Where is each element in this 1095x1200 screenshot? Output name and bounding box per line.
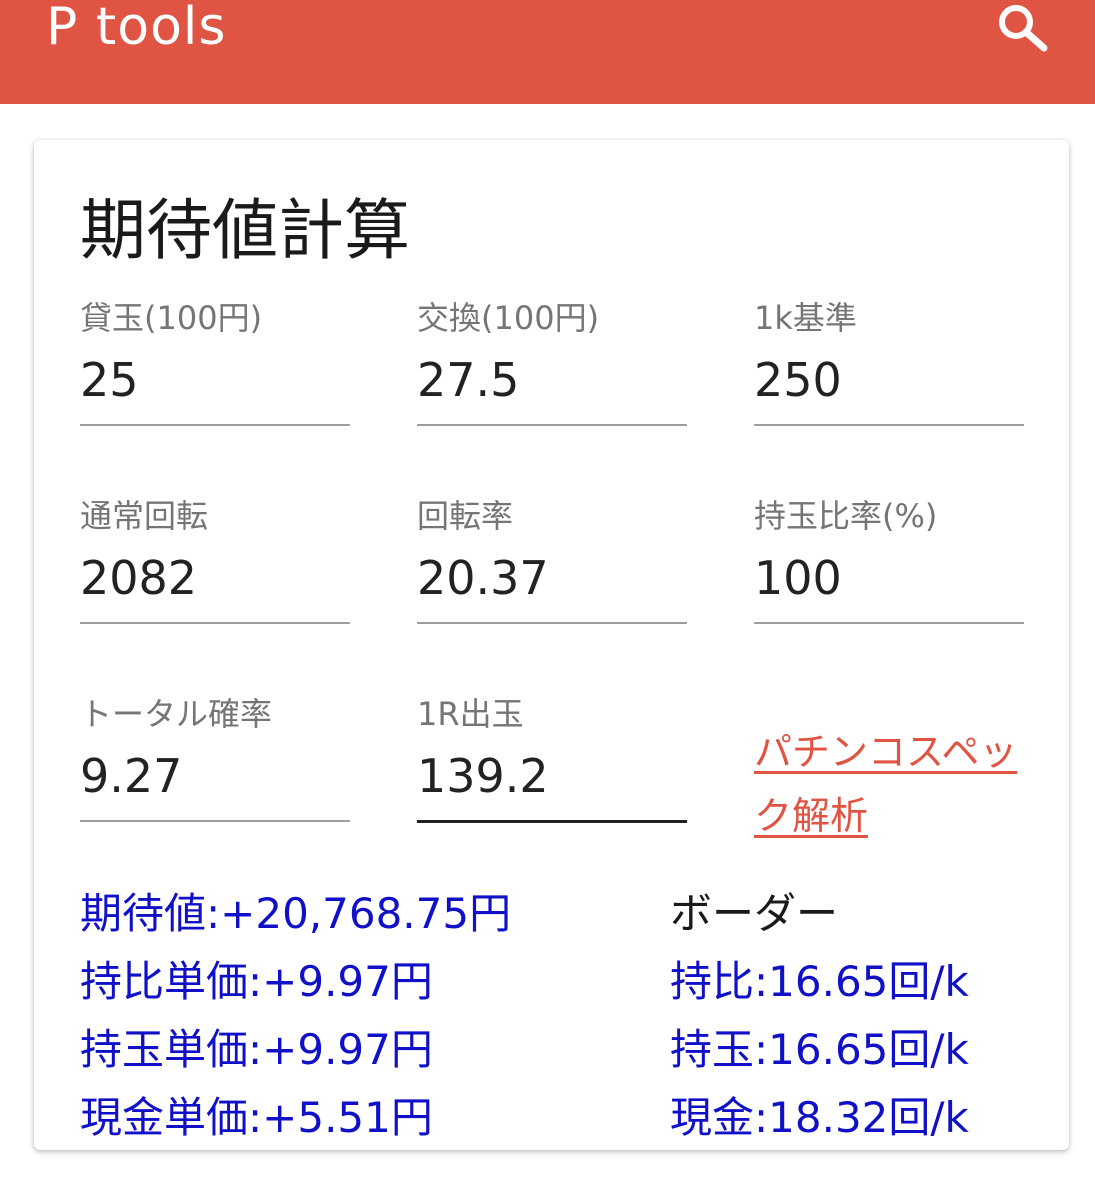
field-label: 回転率	[417, 497, 514, 535]
field-label: トータル確率	[80, 695, 273, 733]
1k-standard-input[interactable]	[754, 350, 1024, 410]
border-heading: ボーダー	[670, 889, 839, 938]
card-title: 期待値計算	[80, 192, 410, 269]
input-underline	[80, 424, 350, 426]
calculator-card: 期待値計算 貸玉(100円) 交換(100円) 1k基準 通常回転 回転率 持玉…	[34, 140, 1069, 1150]
field-ball-ratio: 持玉比率(%)	[754, 496, 1024, 626]
lend-rate-input[interactable]	[80, 350, 350, 410]
exchange-rate-input[interactable]	[417, 350, 687, 410]
ball-unit-price: 持玉単価:+9.97円	[80, 1025, 433, 1074]
input-underline	[80, 622, 350, 624]
field-normal-spins: 通常回転	[80, 496, 350, 626]
field-exchange-rate: 交換(100円)	[417, 298, 687, 428]
ball-ratio-input[interactable]	[754, 548, 1024, 608]
app-title: P tools	[46, 0, 227, 57]
field-1k-standard: 1k基準	[754, 298, 1024, 428]
field-total-probability: トータル確率	[80, 694, 350, 824]
pachinko-spec-link[interactable]: パチンコスペック解析	[754, 720, 1024, 848]
search-button[interactable]	[990, 0, 1054, 56]
border-cash: 現金:18.32回/k	[670, 1093, 969, 1142]
field-label: 通常回転	[80, 497, 209, 535]
input-underline	[417, 622, 687, 624]
normal-spins-input[interactable]	[80, 548, 350, 608]
expected-value: 期待値:+20,768.75円	[80, 889, 512, 938]
input-underline	[80, 820, 350, 822]
input-underline	[754, 622, 1024, 624]
1r-payout-input[interactable]	[417, 746, 687, 806]
field-label: 貸玉(100円)	[80, 299, 263, 337]
field-label: 交換(100円)	[417, 299, 600, 337]
field-label: 1k基準	[754, 299, 857, 337]
cash-unit-price: 現金単価:+5.51円	[80, 1093, 433, 1142]
field-spin-rate: 回転率	[417, 496, 687, 626]
input-underline-focused	[417, 820, 687, 823]
search-icon	[999, 5, 1048, 52]
input-underline	[417, 424, 687, 426]
field-label: 1R出玉	[417, 695, 524, 733]
border-ball: 持玉:16.65回/k	[670, 1025, 969, 1074]
field-lend-rate: 貸玉(100円)	[80, 298, 350, 428]
total-probability-input[interactable]	[80, 746, 350, 806]
field-label: 持玉比率(%)	[754, 497, 938, 535]
input-underline	[754, 424, 1024, 426]
mixed-unit-price: 持比単価:+9.97円	[80, 957, 433, 1006]
spin-rate-input[interactable]	[417, 548, 687, 608]
border-mixed: 持比:16.65回/k	[670, 957, 969, 1006]
app-bar: P tools	[0, 0, 1095, 104]
field-1r-payout: 1R出玉	[417, 694, 687, 824]
